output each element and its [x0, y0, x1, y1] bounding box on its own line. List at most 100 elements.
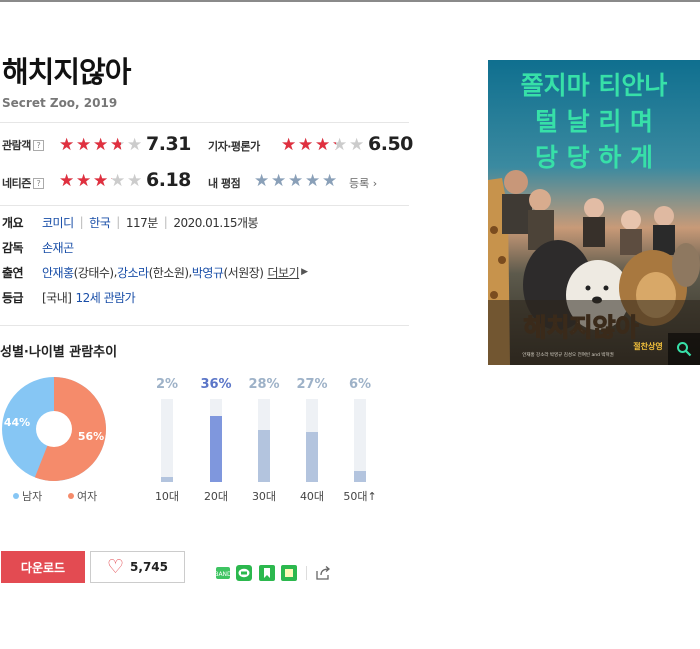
actor-role: (한소원)	[148, 265, 189, 280]
runtime: 117분	[125, 215, 158, 230]
actor-link[interactable]: 박영규	[192, 264, 224, 281]
age-bar-fill	[210, 416, 222, 482]
age-bar-fill	[258, 430, 270, 482]
help-icon[interactable]: ?	[32, 140, 44, 151]
like-button[interactable]: ♡ 5,745	[90, 551, 185, 583]
star-icon: ★★	[298, 135, 314, 155]
age-bar-track	[306, 399, 318, 482]
star-icon: ★	[288, 171, 304, 191]
star-icon: ★★	[76, 135, 92, 155]
legend-male: 남자	[13, 488, 42, 504]
star-icon: ★★	[315, 135, 331, 155]
actor-role: (강태수)	[73, 265, 114, 280]
bookmark-share-icon[interactable]	[259, 565, 275, 581]
actor-role: (서원장)	[223, 265, 264, 280]
star-icon: ★	[127, 135, 143, 155]
pie-hole	[36, 411, 72, 447]
age-axis-label: 20대	[203, 490, 229, 503]
legend-female-label: 여자	[77, 490, 98, 503]
trend-title: 성별·나이별 관람추이	[0, 345, 118, 360]
star-icon: ★★	[76, 171, 92, 191]
heart-icon: ♡	[106, 555, 125, 578]
age-bar-fill	[306, 432, 318, 482]
star-icon: ★	[349, 135, 365, 155]
poster-zoom-button[interactable]	[668, 333, 700, 365]
star-icon: ★★	[332, 135, 348, 155]
star-icon: ★★	[93, 171, 109, 191]
star-icon: ★★	[59, 171, 75, 191]
cast-more-link[interactable]: 더보기	[267, 264, 299, 281]
divider	[0, 205, 409, 206]
audience-stars: ★ ★ ★ ★ ★ ★ ★ ★ ★	[59, 135, 144, 155]
age-bar-40대: 27% 40대	[292, 377, 332, 503]
age-bar-50대: 6% 50대↑	[340, 377, 380, 503]
poster-date: 절찬상영	[633, 341, 662, 351]
age-pct-label: 28%	[248, 377, 280, 392]
netizen-stars: ★★★★★★★★★	[59, 171, 144, 191]
star-icon: ★	[127, 171, 143, 191]
age-bar-30대: 28% 30대	[244, 377, 284, 503]
age-bar-track	[161, 399, 173, 482]
actor-link[interactable]: 안재홍	[42, 264, 74, 281]
share-divider	[306, 566, 307, 580]
age-axis-label: 30대	[251, 490, 277, 503]
movie-poster[interactable]: 쫄지마 티안나 털 날 리 며 당 당 하 게 해치지않아 절찬상영 안재홍 강…	[488, 60, 700, 365]
divider	[0, 325, 409, 326]
star-icon: ★★	[281, 135, 297, 155]
top-border	[0, 0, 700, 2]
grade-row: 등급 [국내] 12세 관람가	[2, 287, 136, 307]
critic-stars: ★★★★★★★★★	[281, 135, 366, 155]
age-pct-label: 36%	[200, 377, 232, 392]
poster-logo: 해치지않아	[523, 313, 638, 342]
chevron-right-icon: ▶	[301, 267, 308, 277]
star-icon: ★★	[59, 135, 75, 155]
star-icon: ★★	[93, 135, 109, 155]
line-share-icon[interactable]	[236, 565, 252, 581]
gender-pie-svg: 44% 56%	[2, 377, 106, 481]
star-icon: ★★	[110, 171, 126, 191]
legend-female: 여자	[68, 488, 97, 504]
cast-key: 출연	[2, 265, 24, 280]
my-rating-stars[interactable]: ★ ★ ★ ★ ★	[254, 171, 339, 191]
grade-key: 등급	[2, 290, 24, 305]
age-axis-label: 10대	[154, 490, 180, 503]
band-share-icon[interactable]: BAND	[215, 565, 231, 581]
age-bar-track	[258, 399, 270, 482]
download-button[interactable]: 다운로드	[1, 551, 85, 583]
grade-prefix: [국내]	[42, 290, 72, 305]
grade-link[interactable]: 12세 관람가	[75, 289, 135, 306]
age-bar-10대: 2% 10대	[147, 377, 187, 503]
help-icon[interactable]: ?	[32, 178, 44, 189]
poster-tagline-2: 털 날 리 며	[535, 107, 653, 136]
legend-male-label: 남자	[22, 490, 43, 503]
magnifier-icon	[677, 342, 692, 357]
star-icon: ★	[254, 171, 270, 191]
star-icon: ★	[322, 171, 338, 191]
male-pct-label: 44%	[4, 416, 30, 429]
share-icon[interactable]	[315, 565, 331, 581]
age-bar-fill	[354, 471, 366, 482]
director-row: 감독 손재곤	[2, 237, 74, 257]
age-pct-label: 27%	[296, 377, 328, 392]
genre-link[interactable]: 코미디	[42, 214, 74, 231]
poster-credits: 안재홍 강소라 박영규 김성오 전여빈 and 박혁권	[522, 351, 614, 358]
poster-image: 쫄지마 티안나 털 날 리 며 당 당 하 게 해치지않아 절찬상영 안재홍 강…	[488, 60, 700, 365]
star-icon: ★★	[110, 135, 126, 155]
star-icon: ★	[271, 171, 287, 191]
age-bar-track	[354, 399, 366, 482]
age-axis-label: 40대	[299, 490, 325, 503]
my-rating-label: 내 평점	[208, 177, 241, 190]
movie-subtitle: Secret Zoo, 2019	[2, 96, 118, 110]
director-link[interactable]: 손재곤	[42, 239, 74, 256]
age-pct-label: 2%	[155, 377, 179, 392]
register-rating-link[interactable]: 등록 ›	[349, 175, 377, 191]
overview-key: 개요	[2, 215, 24, 230]
gender-pie-chart: 44% 56%	[2, 377, 106, 481]
overview-row: 개요 코미디 | 한국 | 117분 | 2020.01.15개봉	[2, 214, 259, 231]
like-count: 5,745	[130, 560, 168, 574]
age-pct-label: 6%	[348, 377, 372, 392]
memo-share-icon[interactable]	[281, 565, 297, 581]
country-link[interactable]: 한국	[89, 214, 111, 231]
female-pct-label: 56%	[78, 430, 104, 443]
actor-link[interactable]: 강소라	[117, 264, 149, 281]
